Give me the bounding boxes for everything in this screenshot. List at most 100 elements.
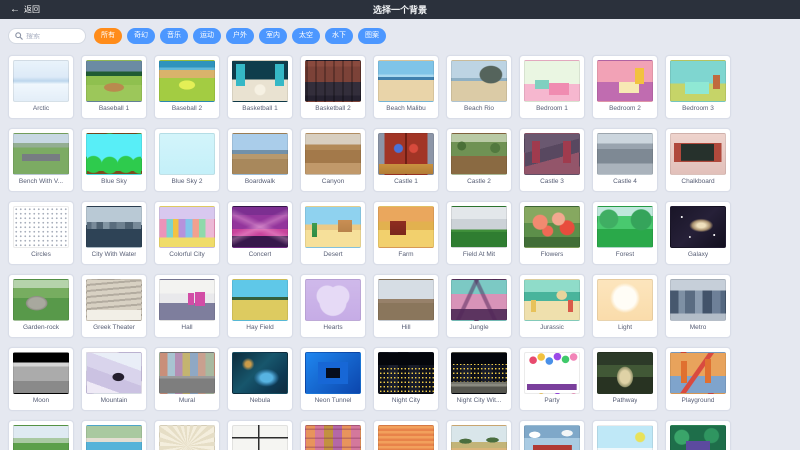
backdrop-tile[interactable]: Jungle <box>446 274 512 338</box>
backdrop-tile[interactable]: Hall <box>154 274 220 338</box>
backdrop-tile[interactable]: Blue Sky 2 <box>154 128 220 192</box>
backdrop-tile[interactable]: Hay Field <box>227 274 293 338</box>
backdrop-label: Basketball 2 <box>315 105 350 112</box>
backdrop-tile[interactable] <box>373 420 439 450</box>
backdrop-tile[interactable]: Party <box>519 347 585 411</box>
back-button[interactable]: ← 返回 <box>10 4 40 15</box>
backdrop-tile[interactable]: Metro <box>665 274 731 338</box>
backdrop-thumbnail <box>305 133 361 175</box>
backdrop-tile[interactable] <box>227 420 293 450</box>
backdrop-label: Circles <box>31 251 51 258</box>
backdrop-tile[interactable] <box>81 420 147 450</box>
backdrop-tile[interactable]: Bedroom 1 <box>519 55 585 119</box>
filter-chip-2[interactable]: 音乐 <box>160 28 188 44</box>
backdrop-tile[interactable] <box>519 420 585 450</box>
filter-chip-5[interactable]: 室内 <box>259 28 287 44</box>
backdrop-tile[interactable]: Colorful City <box>154 201 220 265</box>
backdrop-thumbnail <box>305 206 361 248</box>
backdrop-thumbnail <box>378 133 434 175</box>
backdrop-tile[interactable]: Chalkboard <box>665 128 731 192</box>
backdrop-label: Hill <box>401 324 410 331</box>
filter-chip-4[interactable]: 户外 <box>226 28 254 44</box>
backdrop-thumbnail <box>86 133 142 175</box>
backdrop-label: Blue Sky 2 <box>171 178 202 185</box>
search-box[interactable] <box>8 28 86 44</box>
backdrop-thumbnail <box>159 133 215 175</box>
backdrop-tile[interactable]: Desert <box>300 201 366 265</box>
backdrop-tile[interactable]: Blue Sky <box>81 128 147 192</box>
backdrop-tile[interactable]: Hill <box>373 274 439 338</box>
backdrop-label: Beach Malibu <box>386 105 425 112</box>
backdrop-tile[interactable]: Jurassic <box>519 274 585 338</box>
backdrop-tile[interactable]: Boardwalk <box>227 128 293 192</box>
backdrop-tile[interactable]: Mural <box>154 347 220 411</box>
backdrop-label: Flowers <box>541 251 564 258</box>
filter-chip-6[interactable]: 太空 <box>292 28 320 44</box>
filter-chip-7[interactable]: 水下 <box>325 28 353 44</box>
backdrop-tile[interactable] <box>592 420 658 450</box>
filter-chip-8[interactable]: 图案 <box>358 28 386 44</box>
backdrop-thumbnail <box>13 206 69 248</box>
backdrop-thumbnail <box>524 425 580 450</box>
filter-chip-3[interactable]: 运动 <box>193 28 221 44</box>
backdrop-tile[interactable]: Night City <box>373 347 439 411</box>
backdrop-tile[interactable]: Moon <box>8 347 74 411</box>
backdrop-tile[interactable]: Field At Mit <box>446 201 512 265</box>
backdrop-tile[interactable]: Flowers <box>519 201 585 265</box>
backdrop-tile[interactable]: Nebula <box>227 347 293 411</box>
backdrop-thumbnail <box>378 60 434 102</box>
backdrop-tile[interactable] <box>154 420 220 450</box>
backdrop-tile[interactable]: Beach Malibu <box>373 55 439 119</box>
backdrop-tile[interactable]: Castle 1 <box>373 128 439 192</box>
backdrop-label: Galaxy <box>688 251 708 258</box>
backdrop-tile[interactable]: Baseball 2 <box>154 55 220 119</box>
backdrop-tile[interactable]: Pathway <box>592 347 658 411</box>
backdrop-tile[interactable]: Garden-rock <box>8 274 74 338</box>
backdrop-tile[interactable]: Mountain <box>81 347 147 411</box>
backdrop-thumbnail <box>597 279 653 321</box>
backdrop-label: Hall <box>181 324 192 331</box>
filter-chip-1[interactable]: 奇幻 <box>127 28 155 44</box>
backdrop-label: Castle 3 <box>540 178 564 185</box>
backdrop-tile[interactable]: Neon Tunnel <box>300 347 366 411</box>
backdrop-tile[interactable]: Light <box>592 274 658 338</box>
backdrop-tile[interactable]: Basketball 1 <box>227 55 293 119</box>
backdrop-thumbnail <box>13 352 69 394</box>
backdrop-tile[interactable]: Castle 3 <box>519 128 585 192</box>
backdrop-tile[interactable]: Beach Rio <box>446 55 512 119</box>
backdrop-tile[interactable]: Night City Wit... <box>446 347 512 411</box>
backdrop-label: Mural <box>179 397 195 404</box>
filter-chip-0[interactable]: 所有 <box>94 28 122 44</box>
backdrop-tile[interactable]: Greek Theater <box>81 274 147 338</box>
backdrop-tile[interactable]: Forest <box>592 201 658 265</box>
backdrop-tile[interactable]: Farm <box>373 201 439 265</box>
backdrop-tile[interactable] <box>8 420 74 450</box>
backdrop-tile[interactable]: Arctic <box>8 55 74 119</box>
backdrop-tile[interactable]: City With Water <box>81 201 147 265</box>
backdrop-tile[interactable]: Basketball 2 <box>300 55 366 119</box>
backdrop-tile[interactable]: Concert <box>227 201 293 265</box>
backdrop-label: Jurassic <box>540 324 564 331</box>
backdrop-tile[interactable]: Bedroom 3 <box>665 55 731 119</box>
backdrop-tile[interactable]: Circles <box>8 201 74 265</box>
backdrop-tile[interactable]: Castle 2 <box>446 128 512 192</box>
backdrop-tile[interactable]: Castle 4 <box>592 128 658 192</box>
backdrop-thumbnail <box>232 206 288 248</box>
backdrop-thumbnail <box>232 425 288 450</box>
search-input[interactable] <box>26 33 79 40</box>
backdrop-label: Jungle <box>469 324 488 331</box>
backdrop-tile[interactable] <box>300 420 366 450</box>
backdrop-tile[interactable]: Bench With V... <box>8 128 74 192</box>
backdrop-tile[interactable] <box>665 420 731 450</box>
backdrop-thumbnail <box>305 352 361 394</box>
backdrop-tile[interactable]: Galaxy <box>665 201 731 265</box>
backdrop-tile[interactable]: Baseball 1 <box>81 55 147 119</box>
backdrop-tile[interactable] <box>446 420 512 450</box>
backdrop-thumbnail <box>86 60 142 102</box>
backdrop-tile[interactable]: Playground <box>665 347 731 411</box>
backdrop-thumbnail <box>670 133 726 175</box>
backdrop-tile[interactable]: Bedroom 2 <box>592 55 658 119</box>
filter-chips: 所有奇幻音乐运动户外室内太空水下图案 <box>94 28 386 44</box>
backdrop-tile[interactable]: Hearts <box>300 274 366 338</box>
backdrop-tile[interactable]: Canyon <box>300 128 366 192</box>
